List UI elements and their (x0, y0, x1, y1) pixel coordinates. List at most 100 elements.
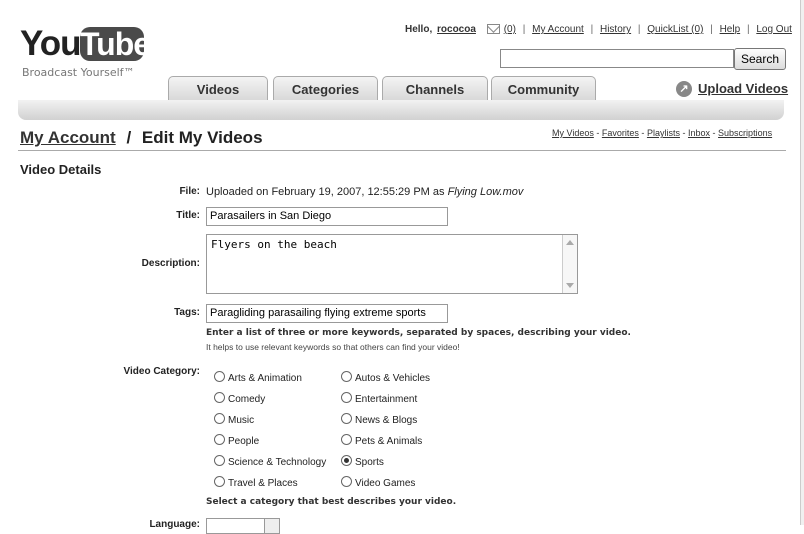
radio-icon[interactable] (341, 413, 352, 424)
category-option-label: Pets & Animals (355, 436, 423, 447)
logo-tube: Tube (80, 26, 151, 62)
subnav-favorites[interactable]: Favorites (602, 128, 639, 138)
my-account-breadcrumb[interactable]: My Account (20, 128, 116, 147)
category-option[interactable]: Entertainment (341, 392, 417, 405)
separator: | (522, 24, 526, 35)
help-link[interactable]: Help (720, 24, 741, 35)
category-option-label: Sports (355, 457, 384, 468)
mail-icon[interactable] (486, 24, 500, 35)
category-option[interactable]: Travel & Places (214, 476, 298, 489)
file-info: Uploaded on February 19, 2007, 12:55:29 … (206, 186, 523, 198)
category-option-label: People (228, 436, 260, 447)
separator: | (637, 24, 641, 35)
description-label: Description: (141, 258, 200, 269)
category-option[interactable]: Video Games (341, 476, 415, 489)
subnav-separator: - (712, 128, 716, 138)
description-textarea[interactable]: Flyers on the beach (206, 234, 578, 294)
category-option[interactable]: Pets & Animals (341, 434, 422, 447)
category-option-label: Comedy (228, 394, 266, 405)
radio-icon[interactable] (214, 392, 225, 403)
category-option-label: Music (228, 415, 255, 426)
category-option[interactable]: People (214, 434, 259, 447)
account-subnav: My Videos - Favorites - Playlists - Inbo… (552, 128, 772, 138)
upload-videos-label: Upload Videos (698, 81, 789, 97)
category-option-label: Video Games (355, 478, 416, 489)
tab-community[interactable]: Community (491, 76, 596, 101)
divider (18, 150, 786, 151)
title-input[interactable]: Parasailers in San Diego (206, 207, 448, 226)
separator: | (710, 24, 713, 35)
category-option[interactable]: Comedy (214, 392, 265, 405)
subnav-separator: - (641, 128, 645, 138)
file-name: Flying Low.mov (447, 186, 524, 198)
category-option-label: Entertainment (355, 394, 418, 405)
tags-subhint: It helps to use relevant keywords so tha… (206, 342, 460, 352)
category-option[interactable]: Autos & Vehicles (341, 371, 430, 384)
tags-hint: Enter a list of three or more keywords, … (206, 328, 631, 338)
category-option[interactable]: News & Blogs (341, 413, 417, 426)
category-option-selected[interactable]: Sports (341, 455, 384, 468)
my-account-link[interactable]: My Account (532, 24, 584, 35)
subnav-playlists[interactable]: Playlists (647, 128, 680, 138)
page-scrollbar[interactable] (800, 0, 804, 525)
breadcrumb-separator: / (126, 128, 132, 147)
category-hint: Select a category that best describes yo… (206, 497, 457, 507)
category-option-label: Travel & Places (228, 478, 298, 489)
tab-channels[interactable]: Channels (382, 76, 488, 101)
description-text: Flyers on the beach (211, 238, 337, 251)
file-info-text: Uploaded on February 19, 2007, 12:55:29 … (206, 186, 448, 198)
category-option[interactable]: Arts & Animation (214, 371, 302, 384)
description-scrollbar[interactable] (562, 235, 577, 293)
search-input[interactable] (500, 49, 734, 68)
category-option[interactable]: Science & Technology (214, 455, 326, 468)
radio-icon[interactable] (341, 434, 352, 445)
upload-videos-link[interactable]: ↗ Upload Videos (676, 80, 788, 97)
subnav-separator: - (682, 128, 686, 138)
radio-icon[interactable] (341, 476, 352, 487)
radio-icon[interactable] (341, 371, 352, 382)
category-label: Video Category: (123, 366, 201, 377)
tab-videos[interactable]: Videos (168, 76, 268, 101)
user-bar: Hello, rococoa (0) | My Account | Histor… (405, 24, 794, 35)
radio-icon[interactable] (214, 413, 225, 424)
scroll-up-icon[interactable] (566, 240, 574, 245)
logo-tagline: Broadcast Yourself™ (22, 66, 135, 79)
radio-icon[interactable] (214, 434, 225, 445)
greeting: Hello, (405, 24, 433, 35)
logout-link[interactable]: Log Out (756, 24, 792, 35)
page-title-text: Edit My Videos (141, 128, 263, 147)
radio-icon[interactable] (214, 455, 225, 466)
radio-icon[interactable] (214, 371, 225, 382)
subnav-inbox[interactable]: Inbox (688, 128, 710, 138)
file-label: File: (179, 186, 200, 197)
username-link[interactable]: rococoa (437, 24, 476, 35)
radio-icon[interactable] (214, 476, 225, 487)
category-option-label: Autos & Vehicles (355, 373, 431, 384)
tags-label: Tags: (174, 307, 200, 318)
radio-selected-icon[interactable] (341, 455, 352, 466)
radio-icon[interactable] (341, 392, 352, 403)
nav-bar (18, 100, 784, 120)
separator: | (746, 24, 750, 35)
separator: | (590, 24, 594, 35)
category-option-label: Arts & Animation (228, 373, 302, 384)
tags-input[interactable]: Paragliding parasailing flying extreme s… (206, 304, 448, 323)
tab-categories[interactable]: Categories (273, 76, 378, 101)
inbox-count-link[interactable]: (0) (504, 24, 516, 35)
search-button[interactable]: Search (734, 48, 786, 70)
quicklist-link[interactable]: QuickList (0) (647, 24, 703, 35)
section-title: Video Details (20, 162, 102, 177)
category-option-label: News & Blogs (355, 415, 418, 426)
category-option[interactable]: Music (214, 413, 254, 426)
language-select[interactable] (206, 518, 280, 534)
logo-you: You (20, 24, 82, 63)
title-label: Title: (176, 210, 200, 221)
subnav-subscriptions[interactable]: Subscriptions (718, 128, 772, 138)
scroll-down-icon[interactable] (566, 283, 574, 288)
history-link[interactable]: History (600, 24, 631, 35)
subnav-separator: - (596, 128, 600, 138)
page-title: My Account / Edit My Videos (20, 128, 263, 148)
subnav-my-videos[interactable]: My Videos (552, 128, 594, 138)
category-option-label: Science & Technology (228, 457, 327, 468)
upload-arrow-icon: ↗ (676, 80, 692, 97)
